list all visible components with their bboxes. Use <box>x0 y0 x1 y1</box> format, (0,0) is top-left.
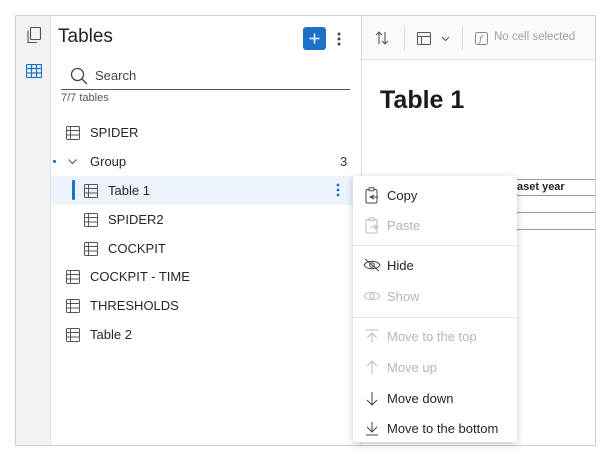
column-header[interactable]: aset year <box>512 179 595 196</box>
menu-separator <box>353 245 517 246</box>
sort-arrows-icon <box>375 31 389 45</box>
plus-icon <box>309 33 320 44</box>
context-menu: Copy Paste Hide Show Move to the top Mov… <box>353 176 517 442</box>
tables-rail-button[interactable] <box>16 56 51 86</box>
menu-item-copy[interactable]: Copy <box>353 181 517 209</box>
table-item-label: COCKPIT - TIME <box>90 269 190 284</box>
toolbar-separator <box>404 26 405 50</box>
table-item-table-1[interactable]: Table 1 <box>51 176 362 205</box>
table-item-spider2[interactable]: SPIDER2 <box>51 205 362 234</box>
table-icon <box>66 125 80 140</box>
eye-off-icon <box>363 256 381 274</box>
layout-dropdown-button[interactable] <box>417 28 450 48</box>
menu-item-move-down[interactable]: Move down <box>353 384 517 412</box>
pages-icon <box>26 26 41 43</box>
table-item-label: SPIDER <box>90 125 139 140</box>
panel-title: Tables <box>58 26 113 47</box>
menu-item-paste[interactable]: Paste <box>353 211 517 239</box>
pages-rail-button[interactable] <box>16 20 51 50</box>
page-title: Table 1 <box>380 86 465 114</box>
table-grid-icon <box>25 64 42 78</box>
table-item-cockpit-time[interactable]: COCKPIT - TIME <box>51 262 362 291</box>
table-item-cockpit[interactable]: COCKPIT <box>51 234 362 263</box>
menu-item-move-top[interactable]: Move to the top <box>353 322 517 350</box>
search-box <box>61 62 350 90</box>
table-item-table-2[interactable]: Table 2 <box>51 320 362 349</box>
table-count: 7/7 tables <box>61 92 109 104</box>
table-icon <box>84 212 98 227</box>
menu-item-show[interactable]: Show <box>353 282 517 310</box>
table-group-item[interactable]: Group 3 <box>51 147 362 176</box>
toolbar-separator <box>462 26 463 50</box>
arrow-to-top-icon <box>363 327 381 345</box>
table-icon <box>66 269 80 284</box>
formula-button[interactable]: f <box>475 28 488 48</box>
table-item-label: THRESHOLDS <box>90 298 179 313</box>
search-icon <box>70 67 88 84</box>
paste-icon <box>363 216 381 234</box>
group-marker <box>53 160 56 163</box>
table-item-spider[interactable]: SPIDER <box>51 118 362 147</box>
table-item-label: Table 1 <box>108 183 150 198</box>
table-item-label: COCKPIT <box>108 241 166 256</box>
table-icon <box>84 241 98 256</box>
tables-panel: Tables 7/7 tables SPIDER <box>51 16 362 445</box>
table-item-label: Table 2 <box>90 327 132 342</box>
sort-button[interactable] <box>375 28 389 48</box>
kebab-menu-icon <box>336 183 340 197</box>
table-icon <box>84 183 98 198</box>
svg-text:f: f <box>478 35 484 45</box>
cell-status: No cell selected <box>494 31 576 43</box>
menu-item-move-bottom[interactable]: Move to the bottom <box>353 414 517 442</box>
menu-separator <box>353 317 517 318</box>
selection-indicator <box>72 180 75 200</box>
table-item-label: SPIDER2 <box>108 212 164 227</box>
toolbar: f No cell selected <box>362 16 595 60</box>
table-preview: aset year <box>512 179 595 230</box>
menu-item-hide[interactable]: Hide <box>353 251 517 279</box>
panel-more-button[interactable] <box>331 27 347 50</box>
chevron-down-icon <box>441 36 450 41</box>
menu-item-move-up[interactable]: Move up <box>353 353 517 381</box>
chevron-down-icon[interactable] <box>67 156 78 167</box>
eye-icon <box>363 287 381 305</box>
copy-icon <box>363 186 381 204</box>
table-icon <box>66 298 80 313</box>
arrow-down-icon <box>363 389 381 407</box>
add-table-button[interactable] <box>303 27 326 50</box>
table-cell[interactable] <box>512 213 595 230</box>
formula-icon: f <box>475 31 488 45</box>
left-rail <box>16 16 51 445</box>
search-input[interactable] <box>95 68 335 83</box>
table-cell[interactable] <box>512 196 595 213</box>
row-more-button[interactable] <box>334 182 342 198</box>
group-count: 3 <box>340 154 348 169</box>
arrow-to-bottom-icon <box>363 419 381 437</box>
group-label: Group <box>90 154 127 169</box>
arrow-up-icon <box>363 358 381 376</box>
table-layout-icon <box>417 31 431 45</box>
kebab-menu-icon <box>337 32 341 45</box>
table-icon <box>66 327 80 342</box>
table-item-thresholds[interactable]: THRESHOLDS <box>51 291 362 320</box>
